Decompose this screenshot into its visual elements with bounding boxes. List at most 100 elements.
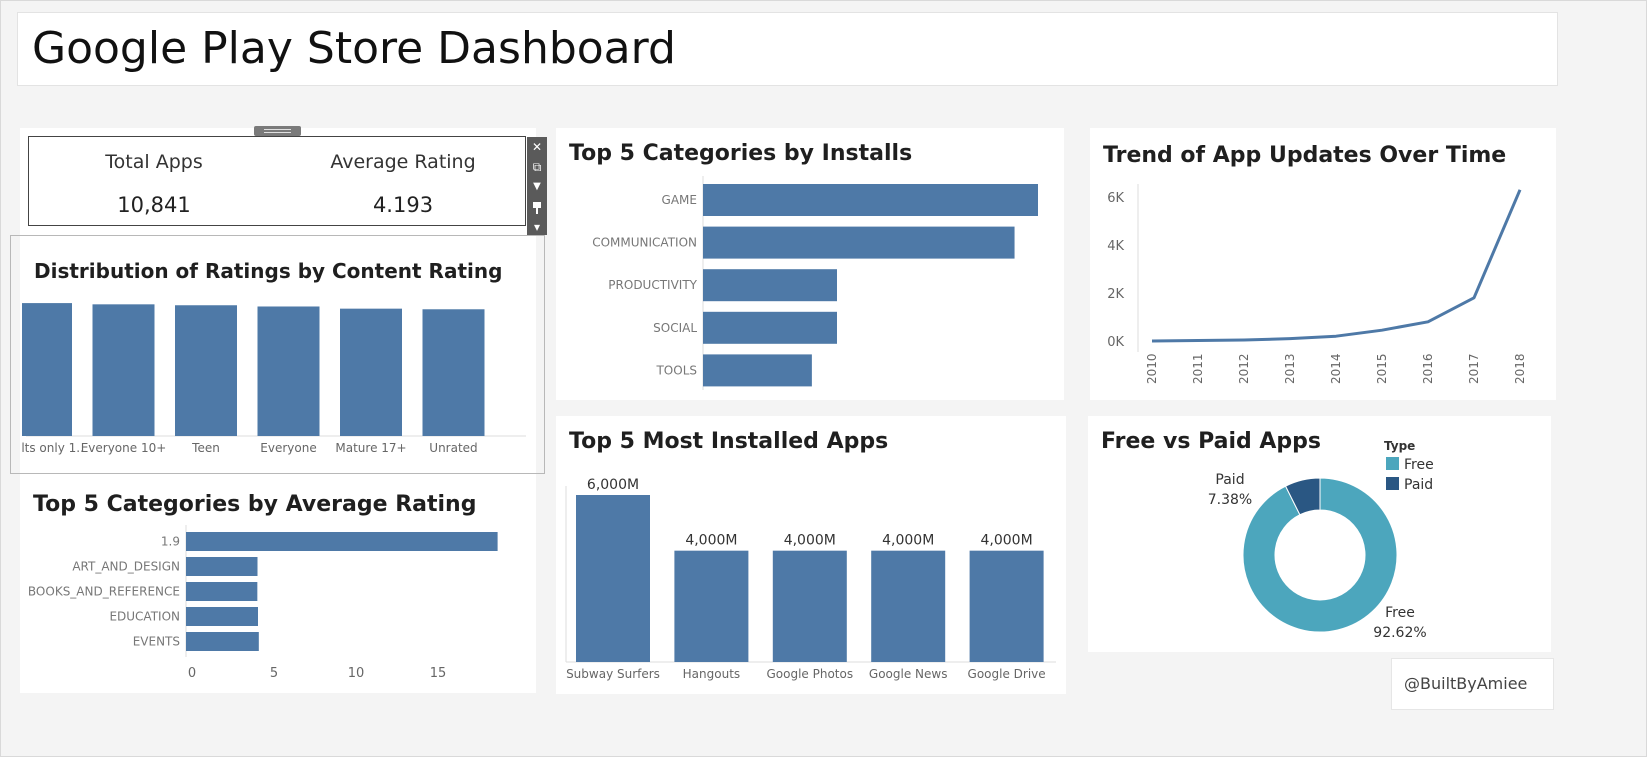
x-tick-label: 2011 [1191, 353, 1205, 384]
x-tick-label: Adults only 1.. [22, 441, 84, 455]
filter-icon[interactable]: ▼ [527, 177, 547, 197]
x-tick-label: 2013 [1283, 353, 1297, 384]
bar-2 [186, 582, 258, 601]
legend-label-free: Free [1404, 457, 1434, 473]
bar-3 [186, 607, 258, 626]
installs-by-category-title: Top 5 Categories by Installs [569, 141, 913, 166]
more-options-icon[interactable]: ▾ [527, 217, 547, 235]
total-apps-value: 10,841 [117, 193, 191, 217]
y-tick-label: EDUCATION [109, 610, 180, 624]
bar-0 [703, 184, 1038, 216]
updates-trend-chart: 0K 2K 4K 6K 2010 2011 2012 2013 2014 2015 2016 2017… [1107, 184, 1527, 384]
pin-icon[interactable] [527, 197, 547, 217]
bar-1 [703, 226, 1015, 259]
bar-1 [92, 304, 155, 436]
y-tick-label: BOOKS_AND_REFERENCE [28, 585, 180, 599]
x-tick-label: Google Drive [968, 667, 1046, 681]
x-tick-label: Everyone 10+ [81, 441, 167, 455]
x-tick-label: Hangouts [683, 667, 741, 681]
x-tick-label: Unrated [429, 441, 477, 455]
y-tick-label: 4K [1107, 239, 1124, 254]
avg-rating-value: 4.193 [372, 193, 434, 217]
bar-1 [186, 557, 258, 576]
bar-0 [22, 303, 72, 436]
data-label: 4,000M [882, 533, 934, 549]
legend-title: Type [1384, 439, 1415, 453]
x-tick-label: 2014 [1329, 353, 1343, 384]
bar-4 [703, 354, 812, 387]
x-tick-label: Google News [869, 667, 948, 681]
x-tick-label: 2015 [1375, 353, 1389, 384]
x-tick-label: Mature 17+ [335, 441, 406, 455]
y-tick-label: PRODUCTIVITY [608, 278, 697, 292]
y-tick-label: 6K [1107, 191, 1124, 206]
y-tick-label: ART_AND_DESIGN [72, 560, 180, 574]
open-external-icon[interactable]: ⧉ [527, 157, 547, 177]
y-tick-label: SOCIAL [653, 321, 697, 335]
y-tick-label: GAME [662, 193, 697, 207]
y-tick-label: 0K [1107, 335, 1124, 350]
x-tick-label: Teen [191, 441, 220, 455]
bar-4 [186, 632, 259, 651]
y-tick-label: EVENTS [133, 635, 180, 649]
x-tick-label: 0 [188, 666, 196, 681]
credit-text: @BuiltByAmiee [1404, 674, 1528, 693]
free-vs-paid-chart: Free 92.62% Paid 7.38% Type Free Paid [1208, 439, 1434, 641]
x-tick-label: Everyone [260, 441, 316, 455]
updates-trend-title: Trend of App Updates Over Time [1103, 143, 1507, 168]
close-icon[interactable]: ✕ [527, 137, 547, 157]
top-apps-title: Top 5 Most Installed Apps [569, 429, 889, 454]
bar-2 [703, 269, 837, 302]
content-rating-chart-title: Distribution of Ratings by Content Ratin… [34, 259, 503, 283]
bar-0 [576, 495, 650, 662]
drag-handle[interactable] [254, 126, 301, 136]
selection-toolbar: ✕ ⧉ ▼ ▾ [527, 137, 547, 235]
legend-swatch-paid [1386, 477, 1399, 490]
title-panel: Google Play Store Dashboard [17, 12, 1558, 86]
x-tick-label: 10 [348, 666, 365, 681]
bar-2 [175, 305, 237, 436]
series-line [1151, 189, 1522, 343]
top-apps-chart: 6,000M Subway Surfers 4,000M Hangouts 4,000M… [565, 477, 1056, 681]
rating-by-category-title: Top 5 Categories by Average Rating [33, 492, 477, 517]
free-percent-label: 92.62% [1373, 625, 1426, 641]
y-tick-label: TOOLS [655, 363, 697, 377]
avg-rating-label: Average Rating [330, 151, 476, 173]
legend-swatch-free [1386, 457, 1399, 470]
data-label: 4,000M [784, 533, 836, 549]
x-tick-label: 2017 [1467, 353, 1481, 384]
y-tick-label: COMMUNICATION [592, 236, 697, 250]
bar-3 [871, 550, 946, 662]
bar-0 [186, 532, 498, 551]
y-tick-label: 2K [1107, 287, 1124, 302]
total-apps-label: Total Apps [105, 151, 203, 173]
free-label: Free [1385, 605, 1415, 621]
credit-panel: @BuiltByAmiee [1391, 658, 1554, 710]
x-tick-label: 2010 [1145, 353, 1159, 384]
data-label: 6,000M [587, 477, 639, 493]
bar-5 [422, 309, 485, 436]
content-rating-chart: Adults only 1..Everyone 10+ Teen Everyone M… [22, 303, 526, 455]
x-tick-label: 15 [430, 666, 447, 681]
x-tick-label: 2018 [1513, 353, 1527, 384]
data-label: 4,000M [981, 533, 1033, 549]
paid-label: Paid [1215, 472, 1244, 488]
x-tick-label: Google Photos [766, 667, 853, 681]
data-label: 4,000M [685, 533, 737, 549]
x-tick-label: 5 [270, 666, 278, 681]
x-tick-label: 2012 [1237, 353, 1251, 384]
legend-label-paid: Paid [1404, 477, 1433, 493]
bar-4 [340, 308, 402, 436]
y-tick-label: 1.9 [161, 535, 180, 549]
rating-by-category-chart: 1.9 ART_AND_DESIGN BOOKS_AND_REFERENCE EDUC… [28, 525, 498, 681]
x-tick-label: 2016 [1421, 353, 1435, 384]
kpi-card[interactable]: Total Apps 10,841 Average Rating 4.193 [28, 136, 526, 226]
bar-2 [772, 550, 847, 662]
bar-4 [969, 550, 1044, 662]
dashboard-title: Google Play Store Dashboard [32, 23, 676, 74]
paid-percent-label: 7.38% [1208, 492, 1252, 508]
installs-by-category-chart: GAME COMMUNICATION PRODUCTIVITY SOCIAL TOOLS [592, 176, 1038, 390]
bar-3 [703, 311, 837, 344]
bar-3 [257, 306, 320, 436]
x-tick-label: Subway Surfers [566, 667, 660, 681]
